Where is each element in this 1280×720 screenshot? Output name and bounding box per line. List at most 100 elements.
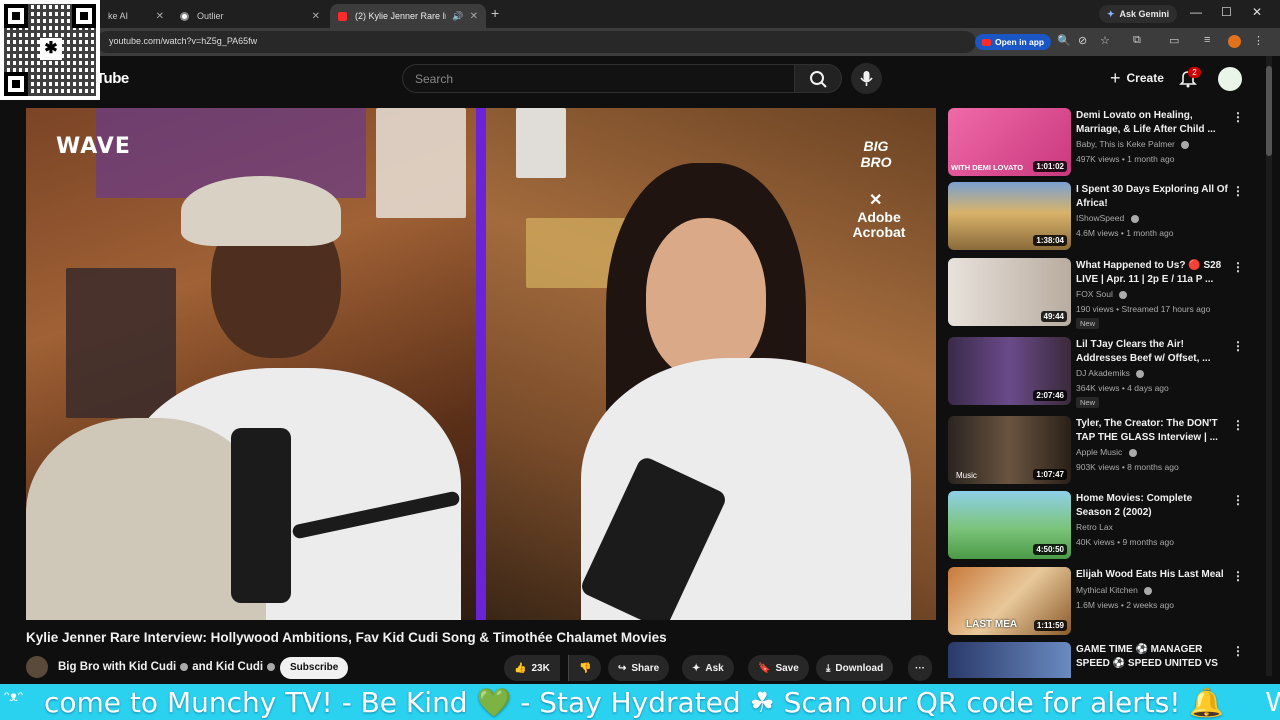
channel-text[interactable]: FOX Soul: [1076, 289, 1113, 299]
recommendation-title[interactable]: Demi Lovato on Healing, Marriage, & Life…: [1076, 109, 1228, 137]
thumb-caption: WITH DEMI LOVATO: [951, 163, 1024, 172]
channel-text[interactable]: IShowSpeed: [1076, 213, 1124, 223]
recommendation-title[interactable]: GAME TIME ⚽ MANAGER SPEED ⚽ SPEED UNITED…: [1076, 643, 1228, 671]
voice-search-button[interactable]: [851, 63, 882, 94]
recommendation-channel[interactable]: Retro Lax: [1076, 522, 1113, 532]
video-thumbnail[interactable]: Music 1:07:47: [948, 416, 1071, 484]
video-thumbnail[interactable]: 4:50:50: [948, 491, 1071, 559]
audio-playing-icon[interactable]: 🔊: [452, 11, 463, 22]
video-thumbnail[interactable]: LAST MEA 1:11:59: [948, 567, 1071, 635]
ask-gemini-button[interactable]: ✦ Ask Gemini: [1099, 5, 1178, 23]
recommendation-channel[interactable]: DJ Akademiks: [1076, 368, 1148, 378]
more-options-icon[interactable]: ⋮: [1232, 418, 1244, 432]
recommendation-title[interactable]: I Spent 30 Days Exploring All Of Africa!: [1076, 183, 1228, 211]
search-button[interactable]: [794, 64, 842, 93]
more-options-icon[interactable]: ⋮: [1232, 184, 1244, 198]
channel-name[interactable]: Big Bro with Kid Cudi and Kid Cudi: [58, 661, 279, 673]
url-text[interactable]: youtube.com/watch?v=hZ5g_PA65fw: [109, 36, 257, 46]
subscribe-button[interactable]: Subscribe: [280, 657, 349, 679]
video-thumbnail[interactable]: 1:38:04: [948, 182, 1071, 250]
share-button[interactable]: ↪ Share: [608, 655, 670, 681]
like-button[interactable]: 👍 23K: [504, 655, 560, 681]
video-player[interactable]: WAVE BIG BRO ✕ Adobe Acrobat: [26, 108, 936, 620]
account-avatar[interactable]: [1218, 67, 1242, 91]
download-button[interactable]: ⤓ Download: [816, 655, 894, 681]
browser-profile-avatar[interactable]: [1228, 35, 1241, 48]
channel-text[interactable]: Apple Music: [1076, 447, 1122, 457]
more-options-icon[interactable]: ⋮: [1232, 260, 1244, 274]
reading-list-icon[interactable]: ≡: [1204, 34, 1210, 46]
zoom-icon[interactable]: 🔍: [1057, 34, 1071, 47]
more-options-icon[interactable]: ⋮: [1232, 493, 1244, 507]
recommendation-channel[interactable]: IShowSpeed: [1076, 213, 1143, 223]
channel-row: Big Bro with Kid Cudi and Kid Cudi Subscr…: [26, 655, 936, 681]
channel-avatar[interactable]: [26, 656, 48, 678]
recommendation-channel[interactable]: Apple Music: [1076, 447, 1141, 457]
browser-address-bar: youtube.com/watch?v=hZ5g_PA65fw: [0, 28, 1280, 56]
recommendation-title[interactable]: What Happened to Us? 🔴 S28 LIVE | Apr. 1…: [1076, 259, 1228, 287]
tab-label: (2) Kylie Jenner Rare Intervi: [355, 11, 446, 21]
channel-text[interactable]: Mythical Kitchen: [1076, 585, 1138, 595]
browser-menu-icon[interactable]: ⋮: [1253, 34, 1264, 47]
video-thumbnail[interactable]: WITH DEMI LOVATO 1:01:02: [948, 108, 1071, 176]
tab-close-icon[interactable]: ✕: [312, 11, 320, 22]
recommendation-channel[interactable]: Baby, This is Keke Palmer: [1076, 139, 1193, 149]
recommendation-item[interactable]: 2:07:46 Lil TJay Clears the Air! Address…: [948, 337, 1260, 408]
tab-search-icon[interactable]: ▭: [1169, 34, 1179, 47]
bookmark-star-icon[interactable]: ☆: [1100, 34, 1110, 47]
tab-close-icon[interactable]: ✕: [470, 11, 478, 22]
recommendation-title[interactable]: Elijah Wood Eats His Last Meal: [1076, 568, 1228, 582]
save-label: Save: [775, 662, 799, 674]
recommendation-item[interactable]: LAST MEA 1:11:59 Elijah Wood Eats His La…: [948, 567, 1260, 635]
left-microphone: [231, 428, 291, 603]
minimize-icon[interactable]: —: [1190, 5, 1202, 19]
more-options-icon[interactable]: ⋮: [1232, 569, 1244, 583]
recommendation-channel[interactable]: FOX Soul: [1076, 289, 1131, 299]
duration-badge: 49:44: [1040, 311, 1067, 322]
tab-close-icon[interactable]: ✕: [156, 11, 164, 22]
omnibox[interactable]: youtube.com/watch?v=hZ5g_PA65fw: [96, 31, 976, 53]
channel-name-text[interactable]: Big Bro with Kid Cudi: [58, 661, 176, 673]
video-thumbnail[interactable]: 49:44: [948, 258, 1071, 326]
eye-slash-icon[interactable]: ⊘: [1078, 34, 1087, 47]
tab-outlier[interactable]: Outlier ✕: [172, 4, 328, 28]
new-tab-icon[interactable]: +: [491, 5, 499, 21]
channel-text[interactable]: DJ Akademiks: [1076, 368, 1130, 378]
more-options-icon[interactable]: ⋮: [1232, 644, 1244, 658]
scrollbar-thumb[interactable]: [1266, 66, 1272, 156]
open-in-app-button[interactable]: Open in app: [975, 34, 1052, 50]
more-options-icon[interactable]: ⋮: [1232, 110, 1244, 124]
save-button[interactable]: 🔖 Save: [748, 655, 809, 681]
create-button[interactable]: + Create: [1100, 64, 1174, 92]
tab-ke-ai[interactable]: ke AI ✕: [100, 4, 172, 28]
wall-poster: [376, 108, 466, 218]
more-actions-button[interactable]: ···: [908, 655, 932, 681]
recommendation-title[interactable]: Tyler, The Creator: The DON'T TAP THE GL…: [1076, 417, 1228, 445]
channel-text[interactable]: Baby, This is Keke Palmer: [1076, 139, 1175, 149]
ask-button[interactable]: ✦ Ask: [682, 655, 734, 681]
youtube-favicon-icon: [338, 11, 347, 21]
bookmark-icon: 🔖: [758, 662, 771, 674]
video-thumbnail[interactable]: [948, 642, 1071, 678]
share-arrow-icon: ↪: [618, 662, 627, 674]
maximize-icon[interactable]: ☐: [1221, 5, 1232, 19]
recommendation-title[interactable]: Home Movies: Complete Season 2 (2002): [1076, 492, 1228, 520]
collab-channel-text[interactable]: and Kid Cudi: [192, 661, 263, 673]
recommendation-item[interactable]: 4:50:50 Home Movies: Complete Season 2 (…: [948, 491, 1260, 559]
recommendation-item[interactable]: 49:44 What Happened to Us? 🔴 S28 LIVE | …: [948, 258, 1260, 329]
recommendation-channel[interactable]: Mythical Kitchen: [1076, 585, 1156, 595]
video-thumbnail[interactable]: 2:07:46: [948, 337, 1071, 405]
recommendation-item[interactable]: Music 1:07:47 Tyler, The Creator: The DO…: [948, 416, 1260, 484]
recommendation-meta: 497K views • 1 month ago: [1076, 154, 1175, 164]
extensions-icon[interactable]: ⧉: [1133, 34, 1141, 47]
tab-youtube-video[interactable]: (2) Kylie Jenner Rare Intervi 🔊 ✕: [330, 4, 486, 28]
more-options-icon[interactable]: ⋮: [1232, 339, 1244, 353]
search-input[interactable]: Search: [402, 64, 794, 93]
recommendation-item[interactable]: GAME TIME ⚽ MANAGER SPEED ⚽ SPEED UNITED…: [948, 642, 1260, 678]
recommendation-item[interactable]: 1:38:04 I Spent 30 Days Exploring All Of…: [948, 182, 1260, 250]
youtube-logo[interactable]: Tube: [96, 70, 129, 87]
recommendation-title[interactable]: Lil TJay Clears the Air! Addresses Beef …: [1076, 338, 1228, 366]
dislike-button[interactable]: 👎: [568, 655, 602, 681]
recommendation-item[interactable]: WITH DEMI LOVATO 1:01:02 Demi Lovato on …: [948, 108, 1260, 176]
close-window-icon[interactable]: ✕: [1252, 5, 1262, 19]
